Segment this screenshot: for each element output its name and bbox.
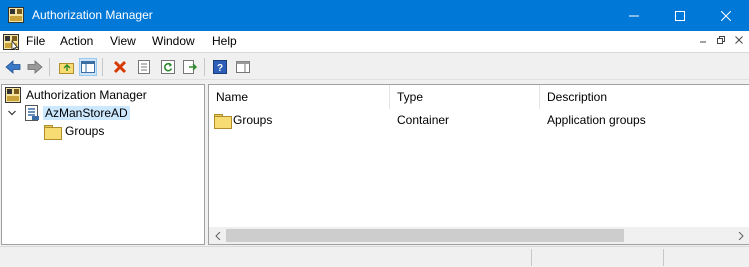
menu-action[interactable]: Action: [60, 34, 93, 48]
restore-icon: [717, 36, 725, 44]
refresh-icon: [161, 60, 175, 74]
scroll-left-icon: [214, 231, 220, 240]
maximize-icon: [675, 10, 685, 21]
properties-button[interactable]: [135, 58, 153, 76]
list-cell-name: Groups: [214, 112, 273, 129]
list-item-description: Application groups: [547, 113, 646, 127]
mdi-close-button[interactable]: [731, 34, 747, 50]
tree-label: Groups: [65, 124, 105, 138]
document-system-menu-icon[interactable]: [3, 34, 19, 50]
export-list-icon: [183, 60, 197, 74]
authorization-manager-icon[interactable]: [8, 7, 24, 23]
menu-window[interactable]: Window: [152, 34, 195, 48]
toolbar: ?: [0, 54, 749, 80]
menu-view[interactable]: View: [110, 34, 136, 48]
title-bar[interactable]: Authorization Manager: [0, 0, 749, 31]
back-arrow-icon: [5, 60, 21, 74]
help-icon: ?: [213, 60, 227, 74]
refresh-button[interactable]: [159, 58, 177, 76]
show-hide-console-tree-button[interactable]: [79, 58, 97, 76]
tree-item-azmanstoread[interactable]: AzManStoreAD: [7, 105, 130, 121]
mdi-restore-button[interactable]: [713, 34, 729, 50]
delete-button[interactable]: [111, 58, 129, 76]
menu-file[interactable]: File: [26, 34, 45, 48]
list-item-name: Groups: [233, 113, 273, 127]
minimize-icon: [629, 15, 639, 16]
column-header-description[interactable]: Description: [540, 85, 749, 109]
close-button[interactable]: [703, 0, 749, 31]
back-button[interactable]: [4, 58, 22, 76]
list-item-type: Container: [397, 113, 450, 127]
folder-up-icon: [59, 63, 74, 74]
toolbar-separator: [102, 58, 103, 76]
scroll-right-icon: [738, 231, 744, 240]
toolbar-separator: [204, 58, 205, 76]
console-tree-icon: [81, 61, 95, 73]
status-divider: [531, 249, 532, 266]
tree-item-groups[interactable]: Groups: [44, 123, 106, 140]
properties-icon: [138, 60, 150, 74]
status-divider: [663, 249, 664, 266]
show-hide-action-pane-button[interactable]: [234, 58, 252, 76]
svg-text:?: ?: [217, 63, 223, 74]
menu-help[interactable]: Help: [212, 34, 237, 48]
column-header-type[interactable]: Type: [390, 85, 540, 109]
scroll-right-button[interactable]: [732, 227, 749, 244]
forward-arrow-icon: [27, 60, 43, 74]
folder-icon: [214, 113, 232, 129]
column-header-name[interactable]: Name: [209, 85, 390, 109]
console-tree: Authorization Manager AzManStoreAD Group…: [1, 84, 205, 245]
scroll-left-button[interactable]: [209, 227, 226, 244]
status-bar: [0, 246, 749, 267]
tree-item-authorization-manager[interactable]: Authorization Manager: [5, 87, 149, 103]
export-list-button[interactable]: [181, 58, 199, 76]
horizontal-scrollbar[interactable]: [209, 227, 749, 244]
action-pane-icon: [236, 61, 250, 73]
minimize-button[interactable]: [611, 0, 657, 31]
help-button[interactable]: ?: [211, 58, 229, 76]
chevron-down-icon[interactable]: [7, 108, 17, 118]
authorization-manager-icon: [5, 87, 21, 103]
delete-x-icon: [113, 60, 127, 74]
tree-label: AzManStoreAD: [43, 106, 130, 120]
menu-bar: File Action View Window Help: [0, 31, 749, 53]
tree-label: Authorization Manager: [26, 88, 147, 102]
up-one-level-button[interactable]: [58, 58, 76, 76]
minimize-icon: [700, 41, 706, 43]
mdi-minimize-button[interactable]: [695, 34, 711, 50]
folder-icon: [44, 124, 62, 140]
store-icon: [25, 105, 39, 121]
close-icon: [721, 10, 731, 21]
maximize-button[interactable]: [657, 0, 703, 31]
close-icon: [735, 36, 743, 44]
window-title: Authorization Manager: [32, 8, 153, 22]
toolbar-separator: [49, 58, 50, 76]
results-list: Name Type Description Groups Container A…: [208, 84, 749, 245]
scroll-thumb[interactable]: [226, 229, 624, 242]
forward-button[interactable]: [26, 58, 44, 76]
